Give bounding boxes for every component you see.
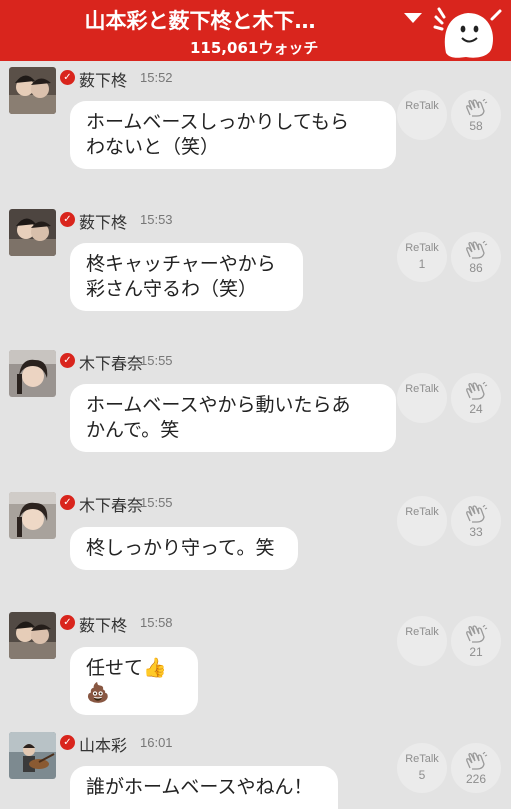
avatar[interactable]: [9, 732, 56, 779]
timestamp: 15:58: [140, 615, 173, 630]
message-text: わないと（笑）: [86, 137, 220, 158]
clap-icon: [466, 99, 488, 117]
clap-icon: [466, 625, 488, 643]
retalk-count: 5: [418, 768, 426, 782]
watch-count: 115,061ウォッチ: [190, 39, 319, 57]
avatar[interactable]: [9, 612, 56, 659]
message-text: 任せて👍💩: [86, 658, 167, 704]
message-text: 柊キャッチャーやから: [86, 254, 276, 275]
timestamp: 15:52: [140, 70, 173, 85]
mascot-icon[interactable]: [432, 3, 504, 59]
clap-count: 86: [469, 261, 483, 275]
verified-icon: ✓: [60, 353, 75, 368]
message-text: ホームベースしっかりしてもら: [86, 112, 349, 133]
retalk-button[interactable]: ReTalk 1: [397, 232, 447, 282]
message-bubble: 誰がホームベースやねん！: [70, 766, 338, 809]
verified-icon: ✓: [60, 212, 75, 227]
verified-icon: ✓: [60, 615, 75, 630]
message-bubble: 柊キャッチャーやから 彩さん守るわ（笑）: [70, 243, 303, 311]
timestamp: 15:53: [140, 212, 173, 227]
message-item: ✓ 薮下柊 15:52 ホームベースしっかりしてもら わないと（笑） ReTal…: [0, 61, 511, 201]
timestamp: 15:55: [140, 353, 173, 368]
retalk-button[interactable]: ReTalk: [397, 496, 447, 546]
timestamp: 16:01: [140, 735, 173, 750]
timestamp: 15:55: [140, 495, 173, 510]
sender-name: 薮下柊: [79, 215, 128, 232]
retalk-button[interactable]: ReTalk: [397, 373, 447, 423]
verified-icon: ✓: [60, 735, 75, 750]
retalk-count: 1: [418, 257, 426, 271]
clap-button[interactable]: 58: [451, 90, 501, 140]
retalk-button[interactable]: ReTalk: [397, 616, 447, 666]
clap-button[interactable]: 21: [451, 616, 501, 666]
message-text: 誰がホームベースやねん！: [86, 777, 313, 798]
clap-button[interactable]: 226: [451, 743, 501, 793]
clap-icon: [466, 752, 488, 770]
clap-button[interactable]: 33: [451, 496, 501, 546]
message-bubble: ホームベースしっかりしてもら わないと（笑）: [70, 101, 396, 169]
clap-count: 226: [465, 772, 487, 786]
clap-count: 33: [469, 525, 483, 539]
message-item: ✓ 木下春奈 15:55 ホームベースやから動いたらあ かんで。笑 ReTalk…: [0, 342, 511, 484]
clap-count: 21: [469, 645, 483, 659]
message-bubble: 柊しっかり守って。笑: [70, 527, 298, 570]
clap-button[interactable]: 86: [451, 232, 501, 282]
header-bar: 山本彩と薮下柊と木下… 115,061ウォッチ: [0, 0, 511, 61]
retalk-label: ReTalk: [405, 100, 439, 112]
verified-icon: ✓: [60, 495, 75, 510]
retalk-label: ReTalk: [405, 753, 439, 765]
retalk-label: ReTalk: [405, 626, 439, 638]
avatar[interactable]: [9, 350, 56, 397]
retalk-label: ReTalk: [405, 506, 439, 518]
retalk-button[interactable]: ReTalk 5: [397, 743, 447, 793]
avatar[interactable]: [9, 492, 56, 539]
sender-name: 木下春奈: [79, 356, 144, 373]
message-item: ✓ 薮下柊 15:53 柊キャッチャーやから 彩さん守るわ（笑） ReTalk …: [0, 201, 511, 341]
sender-name: 薮下柊: [79, 618, 128, 635]
clap-count: 58: [469, 119, 483, 133]
retalk-label: ReTalk: [405, 383, 439, 395]
avatar[interactable]: [9, 67, 56, 114]
clap-button[interactable]: 24: [451, 373, 501, 423]
chevron-down-icon[interactable]: [404, 13, 422, 23]
message-bubble: ホームベースやから動いたらあ かんで。笑: [70, 384, 396, 452]
clap-icon: [466, 241, 488, 259]
avatar[interactable]: [9, 209, 56, 256]
message-text: 柊しっかり守って。笑: [86, 538, 275, 559]
page-title[interactable]: 山本彩と薮下柊と木下…: [0, 5, 400, 35]
clap-icon: [466, 505, 488, 523]
message-item: ✓ 山本彩 16:01 誰がホームベースやねん！ ReTalk 5 226: [0, 724, 511, 809]
message-item: ✓ 薮下柊 15:58 任せて👍💩 ReTalk 21: [0, 604, 511, 724]
sender-name: 山本彩: [79, 738, 128, 755]
sender-name: 木下春奈: [79, 498, 144, 515]
message-bubble: 任せて👍💩: [70, 647, 198, 715]
message-item: ✓ 木下春奈 15:55 柊しっかり守って。笑 ReTalk 33: [0, 484, 511, 604]
retalk-button[interactable]: ReTalk: [397, 90, 447, 140]
retalk-label: ReTalk: [405, 242, 439, 254]
message-text: 彩さん守るわ（笑）: [86, 279, 258, 300]
sender-name: 薮下柊: [79, 73, 128, 90]
verified-icon: ✓: [60, 70, 75, 85]
clap-icon: [466, 382, 488, 400]
message-text: ホームベースやから動いたらあ: [86, 395, 351, 416]
clap-count: 24: [469, 402, 483, 416]
message-text: かんで。笑: [86, 420, 180, 441]
